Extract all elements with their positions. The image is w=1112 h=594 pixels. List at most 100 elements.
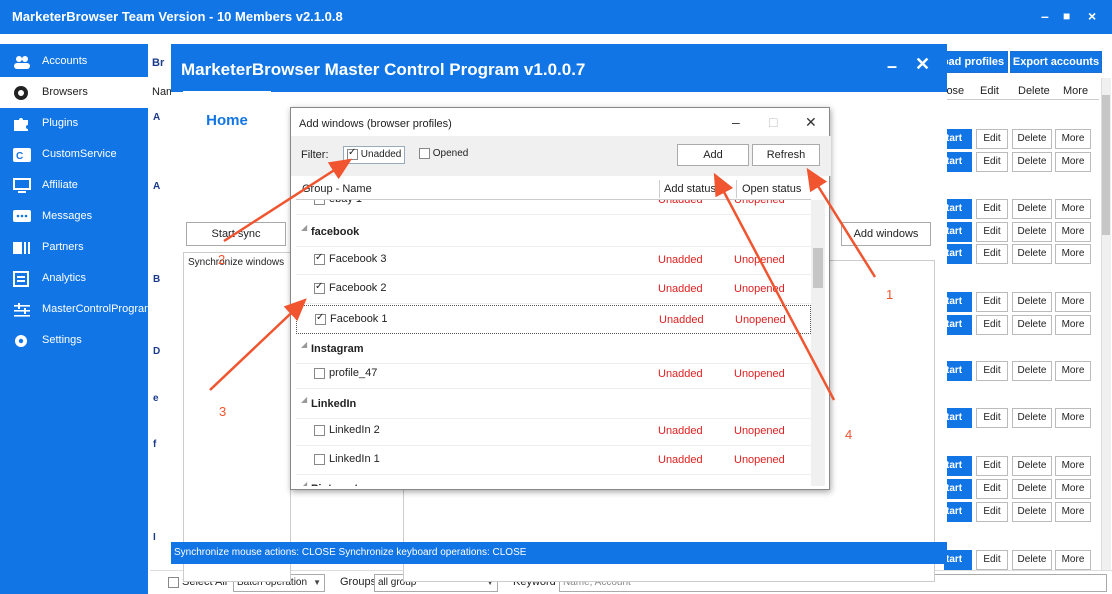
delete-button[interactable]: Delete [1012, 199, 1052, 219]
more-button[interactable]: More [1055, 244, 1091, 264]
more-button[interactable]: More [1055, 361, 1091, 381]
start-button[interactable]: tart [944, 222, 972, 242]
delete-button[interactable]: Delete [1012, 244, 1052, 264]
sidebar-item-mastercontrolprogram[interactable]: MasterControlProgram [0, 294, 153, 325]
profile-row[interactable]: Facebook 3 Unadded Unopened [296, 246, 811, 275]
more-button[interactable]: More [1055, 479, 1091, 499]
dialog-minimize-button[interactable]: – [732, 114, 740, 130]
sidebar-item-accounts[interactable]: Accounts [0, 46, 148, 77]
edit-button[interactable]: Edit [976, 315, 1008, 335]
delete-button[interactable]: Delete [1012, 222, 1052, 242]
start-button[interactable]: tart [944, 456, 972, 476]
sidebar-item-plugins[interactable]: Plugins [0, 108, 148, 139]
start-button[interactable]: tart [944, 479, 972, 499]
more-button[interactable]: More [1055, 550, 1091, 570]
delete-button[interactable]: Delete [1012, 479, 1052, 499]
dialog-scrollbar[interactable] [811, 200, 825, 486]
edit-button[interactable]: Edit [976, 502, 1008, 522]
dialog-close-button[interactable]: ✕ [805, 114, 817, 131]
mcp-close-button[interactable]: ✕ [915, 54, 930, 75]
delete-button[interactable]: Delete [1012, 361, 1052, 381]
delete-button[interactable]: Delete [1012, 550, 1052, 570]
start-button[interactable]: tart [944, 199, 972, 219]
start-button[interactable]: tart [944, 129, 972, 149]
group-row[interactable]: ◢ LinkedIn [296, 390, 811, 419]
profile-checkbox[interactable]: Facebook 3 [314, 252, 386, 265]
more-button[interactable]: More [1055, 292, 1091, 312]
start-button[interactable]: tart [944, 315, 972, 335]
delete-button[interactable]: Delete [1012, 129, 1052, 149]
expand-triangle-icon[interactable]: ◢ [301, 223, 307, 232]
checkbox-unchecked[interactable] [314, 453, 325, 465]
add-windows-button[interactable]: Add windows [841, 222, 931, 246]
minimize-button[interactable]: – [1041, 8, 1049, 24]
more-button[interactable]: More [1055, 315, 1091, 335]
opened-filter-checkbox[interactable]: Opened [419, 148, 468, 159]
profile-row[interactable]: LinkedIn 2 Unadded Unopened [296, 417, 811, 446]
export-accounts-button[interactable]: Export accounts [1010, 51, 1102, 73]
more-button[interactable]: More [1055, 456, 1091, 476]
mcp-minimize-button[interactable]: – [887, 56, 897, 77]
start-button[interactable]: tart [944, 550, 972, 570]
expand-triangle-icon[interactable]: ◢ [301, 395, 307, 404]
profile-row[interactable]: ebay 1 Unadded Unopened [296, 200, 811, 215]
checkbox-unchecked[interactable] [314, 424, 325, 436]
maximize-button[interactable]: ■ [1063, 9, 1070, 23]
start-button[interactable]: tart [944, 244, 972, 264]
dialog-maximize-button[interactable]: □ [769, 114, 777, 130]
checkbox-checked[interactable] [315, 312, 326, 325]
more-button[interactable]: More [1055, 222, 1091, 242]
edit-button[interactable]: Edit [976, 408, 1008, 428]
close-button[interactable]: × [1088, 8, 1096, 24]
sidebar-item-analytics[interactable]: Analytics [0, 263, 148, 294]
edit-button[interactable]: Edit [976, 129, 1008, 149]
edit-button[interactable]: Edit [976, 199, 1008, 219]
expand-triangle-icon[interactable]: ◢ [301, 480, 307, 486]
refresh-button[interactable]: Refresh [752, 144, 820, 166]
more-button[interactable]: More [1055, 152, 1091, 172]
group-row[interactable]: ◢ facebook [296, 218, 811, 247]
checkbox-checked[interactable] [314, 281, 325, 294]
more-button[interactable]: More [1055, 502, 1091, 522]
edit-button[interactable]: Edit [976, 244, 1008, 264]
profile-checkbox[interactable]: Facebook 2 [314, 281, 386, 294]
delete-button[interactable]: Delete [1012, 292, 1052, 312]
sidebar-item-messages[interactable]: Messages [0, 201, 148, 232]
unadded-filter-checkbox[interactable]: Unadded [343, 146, 406, 164]
delete-button[interactable]: Delete [1012, 408, 1052, 428]
checkbox-unchecked[interactable] [314, 367, 325, 379]
sidebar-item-settings[interactable]: Settings [0, 325, 148, 356]
edit-button[interactable]: Edit [976, 479, 1008, 499]
group-row[interactable]: ◢ Pinterest [296, 475, 811, 486]
delete-button[interactable]: Delete [1012, 502, 1052, 522]
profile-checkbox[interactable]: Facebook 1 [315, 312, 387, 325]
start-button[interactable]: tart [944, 152, 972, 172]
sidebar-item-partners[interactable]: Partners [0, 232, 148, 263]
delete-button[interactable]: Delete [1012, 315, 1052, 335]
expand-triangle-icon[interactable]: ◢ [301, 340, 307, 349]
profile-row[interactable]: Facebook 1 Unadded Unopened [296, 305, 811, 334]
home-button[interactable]: Home [183, 91, 271, 151]
select-all-checkbox[interactable] [168, 576, 179, 588]
scrollbar-thumb[interactable] [1102, 95, 1110, 235]
edit-button[interactable]: Edit [976, 361, 1008, 381]
checkbox-unchecked[interactable] [314, 200, 325, 205]
start-button[interactable]: tart [944, 408, 972, 428]
delete-button[interactable]: Delete [1012, 152, 1052, 172]
delete-button[interactable]: Delete [1012, 456, 1052, 476]
upload-profiles-button[interactable]: oad profiles [938, 51, 1008, 73]
edit-button[interactable]: Edit [976, 222, 1008, 242]
dialog-scrollbar-thumb[interactable] [813, 248, 823, 288]
sidebar-item-customservice[interactable]: C CustomService [0, 139, 148, 170]
profile-checkbox[interactable]: LinkedIn 2 [314, 424, 380, 436]
sidebar-item-browsers[interactable]: Browsers [0, 77, 148, 108]
sidebar-item-affiliate[interactable]: Affiliate [0, 170, 148, 201]
edit-button[interactable]: Edit [976, 292, 1008, 312]
checkbox-checked[interactable] [314, 252, 325, 265]
more-button[interactable]: More [1055, 199, 1091, 219]
more-button[interactable]: More [1055, 408, 1091, 428]
profile-checkbox[interactable]: ebay 1 [314, 200, 362, 205]
start-sync-button[interactable]: Start sync [186, 222, 286, 246]
start-button[interactable]: tart [944, 502, 972, 522]
more-button[interactable]: More [1055, 129, 1091, 149]
